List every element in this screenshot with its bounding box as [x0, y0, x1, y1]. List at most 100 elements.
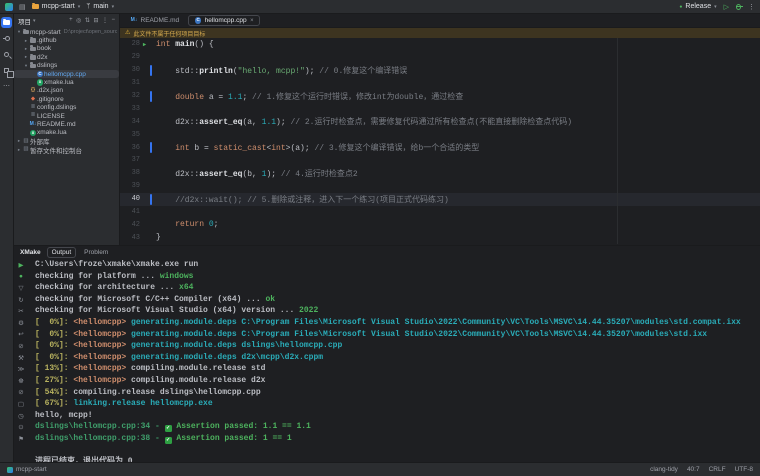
- encoding[interactable]: UTF-8: [735, 466, 753, 473]
- branch-selector[interactable]: ᛘ main ▾: [86, 3, 114, 10]
- terminal-token: [ 0%]:: [35, 352, 74, 362]
- terminal-token: generating.module.deps dslings\hellomcpp…: [131, 341, 343, 351]
- project-selector[interactable]: mcpp-start ▾: [31, 2, 81, 10]
- ban-icon[interactable]: ⊘: [18, 387, 23, 399]
- panel-tab-problem[interactable]: Problem: [80, 249, 112, 256]
- token-pl: ;: [213, 220, 219, 230]
- tree-item[interactable]: x xmake.lua: [14, 78, 119, 86]
- line-number: 40: [131, 195, 140, 204]
- tree-item-label: xmake.lua: [37, 129, 67, 137]
- tree-item[interactable]: ▸ book: [14, 45, 119, 53]
- tree-item-icon-wrap: [22, 28, 30, 35]
- more-menu-button[interactable]: ⋮: [748, 3, 755, 11]
- restart-icon[interactable]: ↻: [18, 294, 23, 306]
- code-line[interactable]: 40 //d2x::wait(); // 5.删除或注释，进入下一个练习(项目正…: [120, 192, 760, 206]
- ignore-icon[interactable]: ⊘: [18, 340, 23, 352]
- code-line[interactable]: 30 std::println("hello, mcpp!"); // 0.修复…: [120, 64, 760, 77]
- cursor-position[interactable]: 40:7: [687, 466, 700, 473]
- soft-wrap-icon[interactable]: ↩: [18, 329, 23, 341]
- tree-item[interactable]: Chellomcpp.cpp: [14, 69, 119, 79]
- code-line[interactable]: 42 return 0;: [120, 218, 760, 231]
- run-config-selector[interactable]: ● Release ▾: [679, 3, 716, 10]
- code-line[interactable]: 38 d2x::assert_eq(b, 1); // 4.运行时检查点2: [120, 167, 760, 180]
- power-icon[interactable]: ⊙: [18, 421, 23, 433]
- scratch-file-icon: ▧: [23, 145, 29, 152]
- tree-item-icon-wrap: C: [36, 70, 44, 78]
- tree-item[interactable]: ▸ .github: [14, 36, 119, 44]
- statusbar-project[interactable]: mcpp-start: [7, 466, 47, 473]
- filter-icon[interactable]: ▽: [19, 282, 24, 294]
- code-line[interactable]: 34 d2x::assert_eq(a, 1.1); // 2.运行时检查点，需…: [120, 115, 760, 128]
- tree-item-icon-wrap: ▧: [22, 145, 30, 153]
- file-tree: ▾mcpp-startD:\project\open_source\mcpp▸.…: [14, 27, 119, 154]
- tree-item[interactable]: ≣ config.dslings: [14, 104, 119, 112]
- tree-item[interactable]: ◆ .gitignore: [14, 95, 119, 103]
- close-icon[interactable]: ×: [250, 18, 254, 24]
- tree-item[interactable]: ▾mcpp-startD:\project\open_source\mcpp: [14, 28, 119, 36]
- extensions-tool-button[interactable]: [1, 65, 14, 78]
- tree-item[interactable]: ▸ ▧ 暂存文件和控制台: [14, 145, 119, 153]
- config-icon[interactable]: ☸: [18, 375, 24, 387]
- debug-button[interactable]: [735, 3, 743, 10]
- tree-item-label: .github: [37, 37, 57, 45]
- more-icon[interactable]: ⋮: [102, 17, 108, 24]
- history-icon[interactable]: ◷: [18, 410, 24, 422]
- code-line[interactable]: 43}: [120, 231, 760, 244]
- code-line[interactable]: 33: [120, 102, 760, 115]
- change-bar-spacer: [150, 78, 152, 89]
- line-ending[interactable]: CRLF: [709, 466, 726, 473]
- tree-item[interactable]: ▾ dslings: [14, 62, 119, 70]
- status-icon[interactable]: ●: [19, 271, 23, 283]
- code-line[interactable]: 28 ▶ int main() {: [120, 38, 760, 51]
- terminal-token: <hellomcpp>: [73, 317, 132, 327]
- editor-tab[interactable]: M↓ README.md: [124, 15, 185, 26]
- panel-tab-output[interactable]: Output: [46, 247, 77, 258]
- clear-icon[interactable]: ✂: [18, 305, 23, 317]
- terminal-token: [ 0%]:: [35, 329, 74, 339]
- linter-status[interactable]: clang-tidy: [650, 466, 678, 473]
- sort-icon[interactable]: ⇅: [85, 17, 90, 24]
- settings-icon[interactable]: ⚙: [18, 317, 24, 329]
- files-tool-button[interactable]: [1, 17, 12, 28]
- vcs-tool-button[interactable]: [1, 33, 12, 44]
- chevron-down-icon: ▾: [77, 3, 81, 10]
- code-line[interactable]: 32 double a = 1.1; // 1.修复这个运行时错误，修改int为…: [120, 90, 760, 103]
- tree-item[interactable]: ▸ ▥ 外部库: [14, 137, 119, 145]
- locate-icon[interactable]: ◎: [76, 17, 81, 24]
- tree-item[interactable]: ≣ LICENSE: [14, 112, 119, 120]
- stop-square-icon[interactable]: ▢: [18, 398, 24, 410]
- code-line[interactable]: 39: [120, 180, 760, 193]
- tree-item[interactable]: M↓ README.md: [14, 120, 119, 128]
- app-logo-icon[interactable]: [5, 2, 13, 11]
- run-gutter-icon[interactable]: ▶: [140, 41, 149, 48]
- tree-item[interactable]: ▸ d2x: [14, 53, 119, 61]
- run-icon[interactable]: ▶: [19, 259, 24, 271]
- code-line[interactable]: 29: [120, 51, 760, 64]
- panel-tool-name[interactable]: XMake: [20, 249, 41, 256]
- code-line[interactable]: 31: [120, 77, 760, 90]
- terminal-token: <hellomcpp>: [73, 329, 132, 339]
- hide-icon[interactable]: −: [111, 17, 115, 24]
- layout-icon[interactable]: ▤: [19, 3, 26, 11]
- md-file-icon: M↓: [29, 120, 37, 127]
- tree-item-icon-wrap: {}: [29, 88, 37, 94]
- tree-item-label: xmake.lua: [44, 79, 74, 87]
- flag-icon[interactable]: ⚑: [18, 433, 24, 445]
- terminal-token: hello, mcpp!: [35, 410, 93, 420]
- scroll-to-end-icon[interactable]: ≫: [18, 363, 25, 375]
- code-editor[interactable]: 28 ▶ int main() {29 30 std::println("hello,…: [120, 38, 760, 244]
- collapse-all-icon[interactable]: ⊟: [93, 17, 98, 24]
- more-tool-button[interactable]: ⋯: [1, 81, 12, 92]
- code-line[interactable]: 36 int b = static_cast<int>(a); // 3.修复这…: [120, 141, 760, 154]
- tree-item[interactable]: x xmake.lua: [14, 129, 119, 137]
- sidebar-title[interactable]: 项目: [18, 16, 31, 26]
- code-line[interactable]: 35: [120, 128, 760, 141]
- code-line[interactable]: 37: [120, 154, 760, 167]
- run-button[interactable]: ▷: [724, 3, 729, 11]
- tree-item[interactable]: {} .d2x.json: [14, 87, 119, 95]
- search-tool-button[interactable]: [1, 49, 12, 60]
- tools-icon[interactable]: ⚒: [18, 352, 24, 364]
- add-icon[interactable]: +: [69, 17, 73, 24]
- code-line[interactable]: 41: [120, 206, 760, 219]
- editor-tab[interactable]: Chellomcpp.cpp ×: [188, 15, 260, 26]
